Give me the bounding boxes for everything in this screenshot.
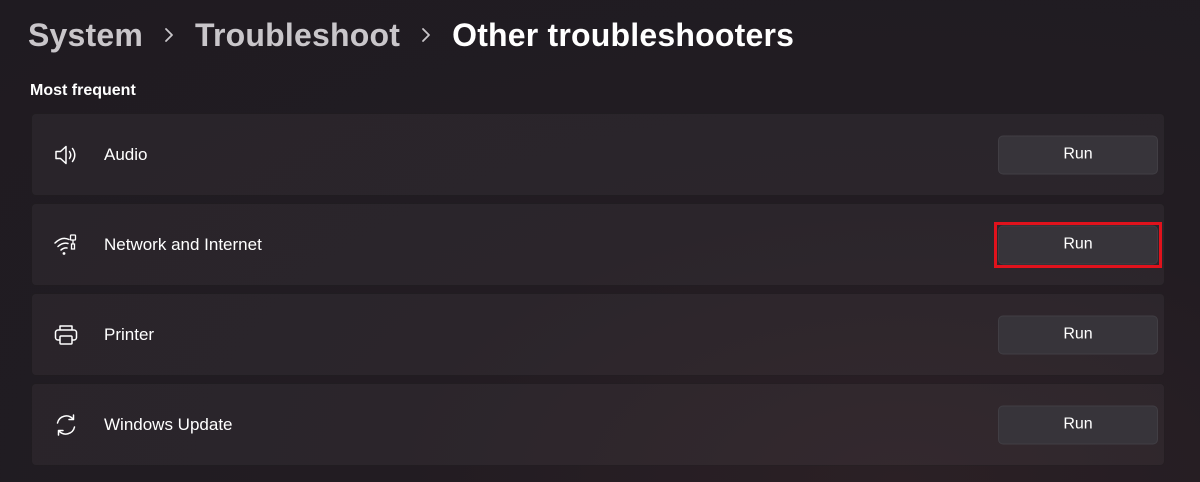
troubleshooter-label: Audio: [104, 144, 148, 164]
run-audio-button[interactable]: Run: [998, 135, 1158, 174]
wifi-ethernet-icon: [52, 231, 80, 259]
troubleshooter-label: Network and Internet: [104, 234, 262, 254]
speaker-icon: [52, 141, 80, 169]
breadcrumb-system[interactable]: System: [28, 17, 143, 54]
breadcrumb-troubleshoot[interactable]: Troubleshoot: [195, 17, 400, 54]
sync-icon: [52, 411, 80, 439]
chevron-right-icon: [143, 12, 195, 58]
run-network-button[interactable]: Run: [998, 225, 1158, 264]
troubleshooter-row-printer: Printer Run: [31, 293, 1165, 376]
troubleshooter-row-windows-update: Windows Update Run: [31, 383, 1165, 466]
troubleshooter-row-network: Network and Internet Run: [31, 203, 1165, 286]
troubleshooter-list: Audio Run Network and Internet Run Print…: [31, 113, 1165, 473]
breadcrumb: System Troubleshoot Other troubleshooter…: [28, 12, 794, 58]
troubleshooter-row-audio: Audio Run: [31, 113, 1165, 196]
run-printer-button[interactable]: Run: [998, 315, 1158, 354]
chevron-right-icon: [400, 12, 452, 58]
page-title: Other troubleshooters: [452, 16, 795, 53]
section-title: Most frequent: [30, 82, 136, 99]
run-windows-update-button[interactable]: Run: [998, 405, 1158, 444]
printer-icon: [52, 321, 80, 349]
troubleshooter-label: Printer: [104, 324, 155, 344]
troubleshooter-label: Windows Update: [104, 414, 233, 434]
